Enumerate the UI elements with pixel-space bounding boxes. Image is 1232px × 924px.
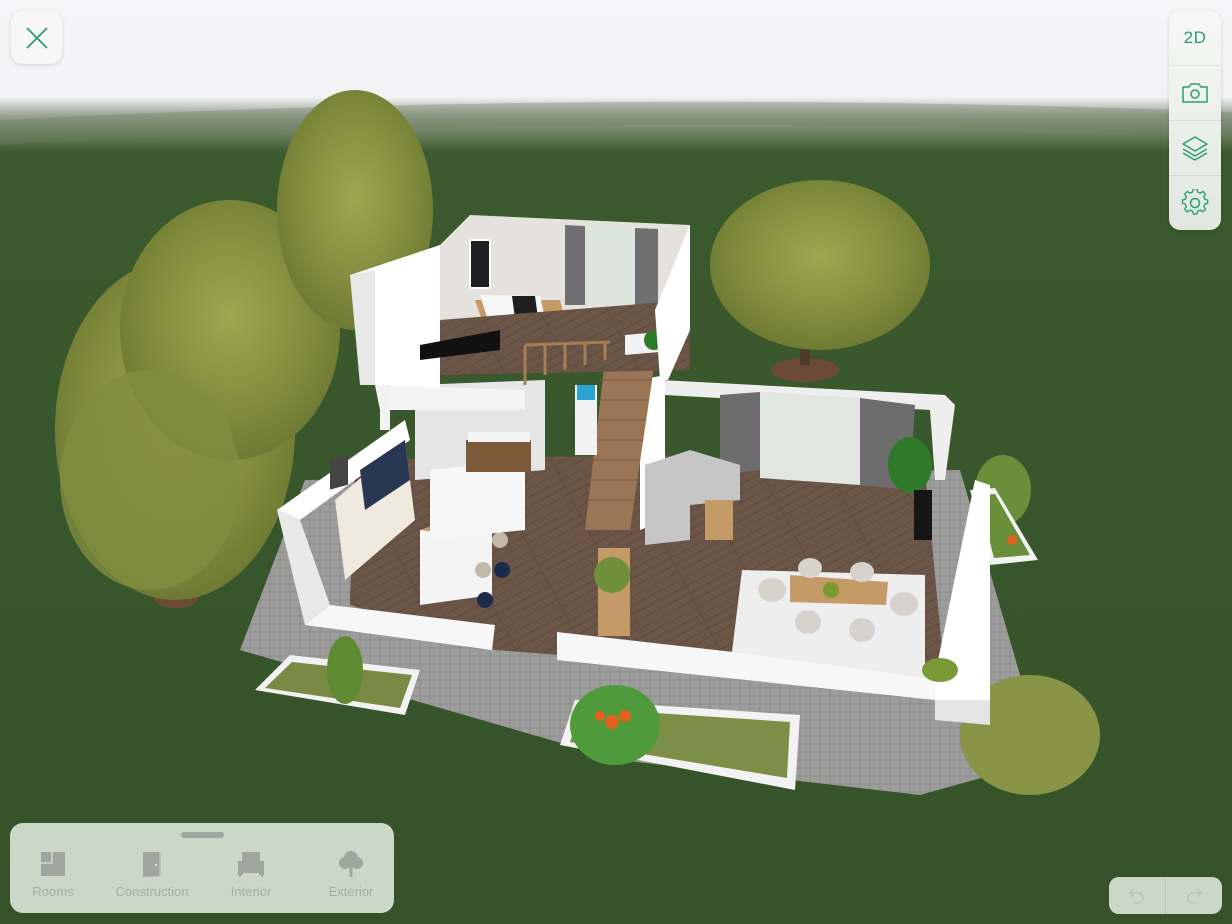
rooms-icon [41,852,65,876]
panel-drag-handle[interactable] [181,832,224,838]
history-controls [1109,877,1222,914]
category-rooms-label: Rooms [32,884,74,899]
category-exterior-label: Exterior [328,884,374,899]
close-button[interactable] [11,11,62,64]
category-rooms[interactable]: Rooms [3,849,103,903]
door-icon [143,852,161,877]
layers-icon [1182,136,1208,161]
category-construction-label: Construction [115,884,189,899]
category-interior[interactable]: Interior [201,849,301,903]
redo-button[interactable] [1165,877,1222,914]
gear-icon [1181,189,1209,215]
screenshot-button[interactable] [1169,66,1221,121]
toggle-2d-button[interactable]: 2D [1169,11,1221,66]
tree-icon [339,851,363,877]
settings-button[interactable] [1169,176,1221,230]
category-interior-label: Interior [230,884,272,899]
redo-icon [1187,888,1202,904]
category-exterior[interactable]: Exterior [301,849,401,903]
3d-viewport[interactable]: 2D Rooms Construction Interior Exterior [0,0,1232,924]
layers-button[interactable] [1169,121,1221,176]
close-icon [25,26,48,49]
tree [60,370,240,590]
toggle-2d-label: 2D [1183,28,1207,47]
undo-button[interactable] [1109,877,1165,914]
camera-icon [1182,83,1208,103]
3d-scene[interactable] [0,0,1232,924]
undo-icon [1129,888,1144,904]
category-panel: Rooms Construction Interior Exterior [10,823,394,913]
category-construction[interactable]: Construction [102,849,202,903]
view-toolbar: 2D [1169,11,1221,230]
armchair-icon [238,852,264,877]
